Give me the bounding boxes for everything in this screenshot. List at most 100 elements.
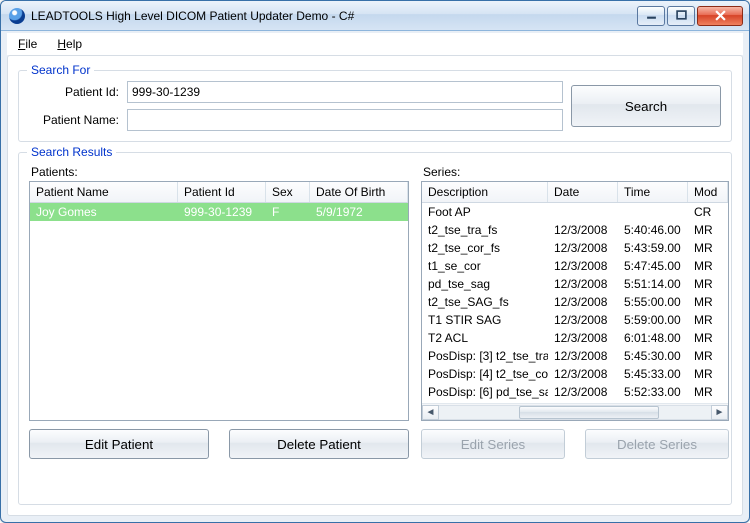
patient-name-label: Patient Name: [29,113,119,127]
edit-series-button[interactable]: Edit Series [421,429,565,459]
scroll-track[interactable] [439,405,711,420]
cell: 5:59:00.00 [618,313,688,327]
close-icon [715,10,726,21]
cell: MR [688,223,728,237]
close-button[interactable] [697,6,743,26]
menu-help[interactable]: Help [53,35,86,53]
patients-header-dob[interactable]: Date Of Birth [310,182,408,202]
table-row[interactable]: t2_tse_cor_fs12/3/20085:43:59.00MR [422,239,728,257]
cell: MR [688,259,728,273]
scroll-right-icon[interactable]: ► [711,405,728,420]
cell: 5:51:14.00 [618,277,688,291]
window-title: LEADTOOLS High Level DICOM Patient Updat… [31,9,637,23]
cell: MR [688,313,728,327]
cell: 12/3/2008 [548,313,618,327]
window-controls [637,6,743,26]
menubar: File Help [7,33,743,55]
cell: 5:52:33.00 [618,385,688,399]
maximize-icon [676,10,687,21]
series-header-modality[interactable]: Mod [688,182,728,202]
cell: t2_tse_SAG_fs [422,295,548,309]
series-header-time[interactable]: Time [618,182,688,202]
cell: 12/3/2008 [548,259,618,273]
patients-label: Patients: [31,165,409,179]
cell: 12/3/2008 [548,241,618,255]
cell: 12/3/2008 [548,349,618,363]
cell: 6:01:48.00 [618,331,688,345]
delete-series-button[interactable]: Delete Series [585,429,729,459]
cell: F [266,205,310,219]
search-button[interactable]: Search [571,85,721,127]
series-listview[interactable]: Description Date Time Mod Foot APCRt2_ts… [421,181,729,421]
maximize-button[interactable] [667,6,695,26]
table-row[interactable]: Foot APCR [422,203,728,221]
content-area: Search For Patient Id: Search Patient Na… [7,55,743,516]
cell: PosDisp: [6] pd_tse_sag [422,385,548,399]
cell: MR [688,241,728,255]
cell: 5:40:46.00 [618,223,688,237]
cell: MR [688,295,728,309]
series-header-date[interactable]: Date [548,182,618,202]
cell: 12/3/2008 [548,295,618,309]
cell: MR [688,331,728,345]
cell: 5:47:45.00 [618,259,688,273]
table-row[interactable]: Joy Gomes999-30-1239F5/9/1972 [30,203,408,221]
cell: 12/3/2008 [548,331,618,345]
menu-file[interactable]: File [14,35,41,53]
patients-header: Patient Name Patient Id Sex Date Of Birt… [30,182,408,203]
patient-id-input[interactable] [127,81,563,103]
scroll-thumb[interactable] [519,406,659,419]
cell: CR [688,205,728,219]
table-row[interactable]: t2_tse_tra_fs12/3/20085:40:46.00MR [422,221,728,239]
patients-listview[interactable]: Patient Name Patient Id Sex Date Of Birt… [29,181,409,421]
series-column: Series: Description Date Time Mod Foot A… [421,163,729,494]
patients-header-id[interactable]: Patient Id [178,182,266,202]
series-label: Series: [423,165,729,179]
cell: 12/3/2008 [548,385,618,399]
table-row[interactable]: T2 ACL12/3/20086:01:48.00MR [422,329,728,347]
search-results-legend: Search Results [27,145,116,159]
minimize-button[interactable] [637,6,665,26]
table-row[interactable]: pd_tse_sag12/3/20085:51:14.00MR [422,275,728,293]
scroll-left-icon[interactable]: ◄ [422,405,439,420]
cell: 5:45:33.00 [618,367,688,381]
cell: 12/3/2008 [548,367,618,381]
patients-header-sex[interactable]: Sex [266,182,310,202]
patient-name-input[interactable] [127,109,563,131]
patients-column: Patients: Patient Name Patient Id Sex Da… [29,163,409,494]
cell: pd_tse_sag [422,277,548,291]
cell: 5:45:30.00 [618,349,688,363]
cell: PosDisp: [3] t2_tse_tra_fs [422,349,548,363]
table-row[interactable]: t2_tse_SAG_fs12/3/20085:55:00.00MR [422,293,728,311]
cell: Joy Gomes [30,205,178,219]
cell: 999-30-1239 [178,205,266,219]
cell: MR [688,367,728,381]
cell: 5/9/1972 [310,205,408,219]
table-row[interactable]: PosDisp: [3] t2_tse_tra_fs12/3/20085:45:… [422,347,728,365]
cell: T2 ACL [422,331,548,345]
delete-patient-button[interactable]: Delete Patient [229,429,409,459]
cell: MR [688,349,728,363]
table-row[interactable]: t1_se_cor12/3/20085:47:45.00MR [422,257,728,275]
cell: T1 STIR SAG [422,313,548,327]
patient-id-label: Patient Id: [29,85,119,99]
cell: t2_tse_cor_fs [422,241,548,255]
table-row[interactable]: T1 STIR SAG12/3/20085:59:00.00MR [422,311,728,329]
cell: MR [688,385,728,399]
cell: t1_se_cor [422,259,548,273]
cell: MR [688,277,728,291]
cell: 12/3/2008 [548,277,618,291]
cell: 5:43:59.00 [618,241,688,255]
patients-header-name[interactable]: Patient Name [30,182,178,202]
search-results-group: Search Results Patients: Patient Name Pa… [18,152,732,505]
table-row[interactable]: PosDisp: [6] pd_tse_sag12/3/20085:52:33.… [422,383,728,401]
cell: 5:55:00.00 [618,295,688,309]
cell: PosDisp: [4] t2_tse_cor_fs [422,367,548,381]
series-header: Description Date Time Mod [422,182,728,203]
series-header-description[interactable]: Description [422,182,548,202]
series-h-scrollbar[interactable]: ◄ ► [422,403,728,420]
search-for-group: Search For Patient Id: Search Patient Na… [18,70,732,142]
edit-patient-button[interactable]: Edit Patient [29,429,209,459]
table-row[interactable]: PosDisp: [4] t2_tse_cor_fs12/3/20085:45:… [422,365,728,383]
cell: t2_tse_tra_fs [422,223,548,237]
